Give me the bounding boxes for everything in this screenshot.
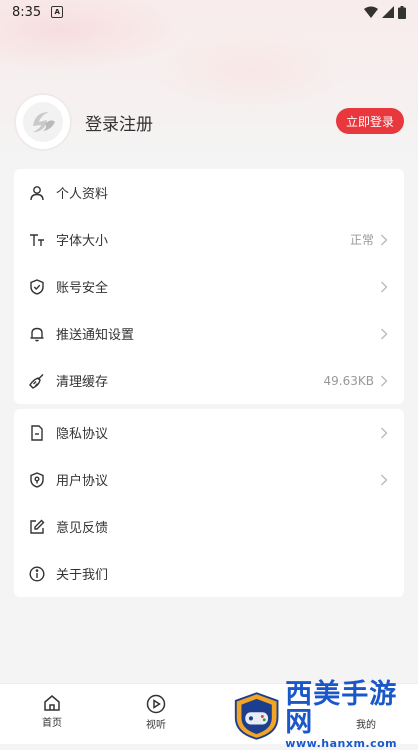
watermark-url: www.hanxm.com — [285, 737, 398, 750]
chevron-right-icon — [380, 374, 390, 388]
settings-item-label: 账号安全 — [56, 281, 109, 296]
settings-item-push-notifications[interactable]: 推送通知设置 — [14, 310, 404, 357]
status-bar: 8:35 A — [0, 0, 418, 24]
chevron-right-icon — [380, 233, 390, 247]
avatar[interactable] — [14, 93, 72, 151]
tab-label: 首页 — [42, 718, 62, 729]
font-size-icon — [28, 231, 46, 249]
chevron-right-icon — [380, 426, 390, 440]
tab-label: 视听 — [146, 720, 166, 731]
bell-icon — [28, 325, 46, 343]
login-register-link[interactable]: 登录注册 — [85, 110, 153, 135]
settings-item-label: 意见反馈 — [56, 521, 109, 536]
app-logo-icon — [23, 102, 63, 142]
gamepad-shield-logo-icon — [234, 691, 279, 740]
person-icon — [28, 184, 46, 202]
tab-home[interactable]: 首页 — [22, 694, 82, 729]
settings-card-account: 个人资料 字体大小 正常 账号安全 推送通知设置 清理缓存 49.63KB — [14, 169, 404, 404]
settings-item-label: 个人资料 — [56, 187, 109, 202]
font-size-value: 正常 — [349, 233, 374, 247]
document-icon — [28, 424, 46, 442]
profile-header: 登录注册 立即登录 — [14, 92, 404, 152]
notification-icon: A — [51, 6, 64, 18]
settings-item-font-size[interactable]: 字体大小 正常 — [14, 216, 404, 263]
battery-icon — [398, 5, 406, 19]
user-shield-icon — [28, 471, 46, 489]
settings-item-label: 用户协议 — [56, 474, 109, 489]
settings-item-feedback[interactable]: 意见反馈 — [14, 503, 404, 550]
cache-size-value: 49.63KB — [323, 373, 374, 388]
settings-item-label: 隐私协议 — [56, 427, 109, 442]
chevron-right-icon — [380, 327, 390, 341]
settings-item-label: 关于我们 — [56, 568, 109, 583]
settings-item-privacy-policy[interactable]: 隐私协议 — [14, 409, 404, 456]
broom-icon — [28, 372, 46, 390]
status-time: 8:35 — [12, 4, 42, 20]
site-watermark: 西美手游网 www.hanxm.com — [232, 681, 418, 750]
settings-item-label: 清理缓存 — [56, 375, 109, 390]
chevron-right-icon — [380, 473, 390, 487]
play-circle-icon — [146, 694, 166, 714]
shield-icon — [28, 278, 46, 296]
settings-item-label: 字体大小 — [56, 234, 109, 249]
wifi-icon — [364, 6, 378, 18]
chevron-right-icon — [380, 280, 390, 294]
settings-item-user-agreement[interactable]: 用户协议 — [14, 456, 404, 503]
home-icon — [44, 695, 60, 711]
settings-item-profile[interactable]: 个人资料 — [14, 169, 404, 216]
settings-item-clear-cache[interactable]: 清理缓存 49.63KB — [14, 357, 404, 404]
tab-video[interactable]: 视听 — [126, 694, 186, 731]
watermark-title: 西美手游网 — [285, 679, 398, 738]
settings-card-about: 隐私协议 用户协议 意见反馈 关于我们 — [14, 409, 404, 597]
info-icon — [28, 565, 46, 583]
login-button[interactable]: 立即登录 — [336, 108, 404, 134]
settings-item-account-security[interactable]: 账号安全 — [14, 263, 404, 310]
settings-item-about-us[interactable]: 关于我们 — [14, 550, 404, 597]
settings-item-label: 推送通知设置 — [56, 328, 135, 343]
signal-icon — [382, 6, 394, 18]
edit-icon — [28, 518, 46, 536]
